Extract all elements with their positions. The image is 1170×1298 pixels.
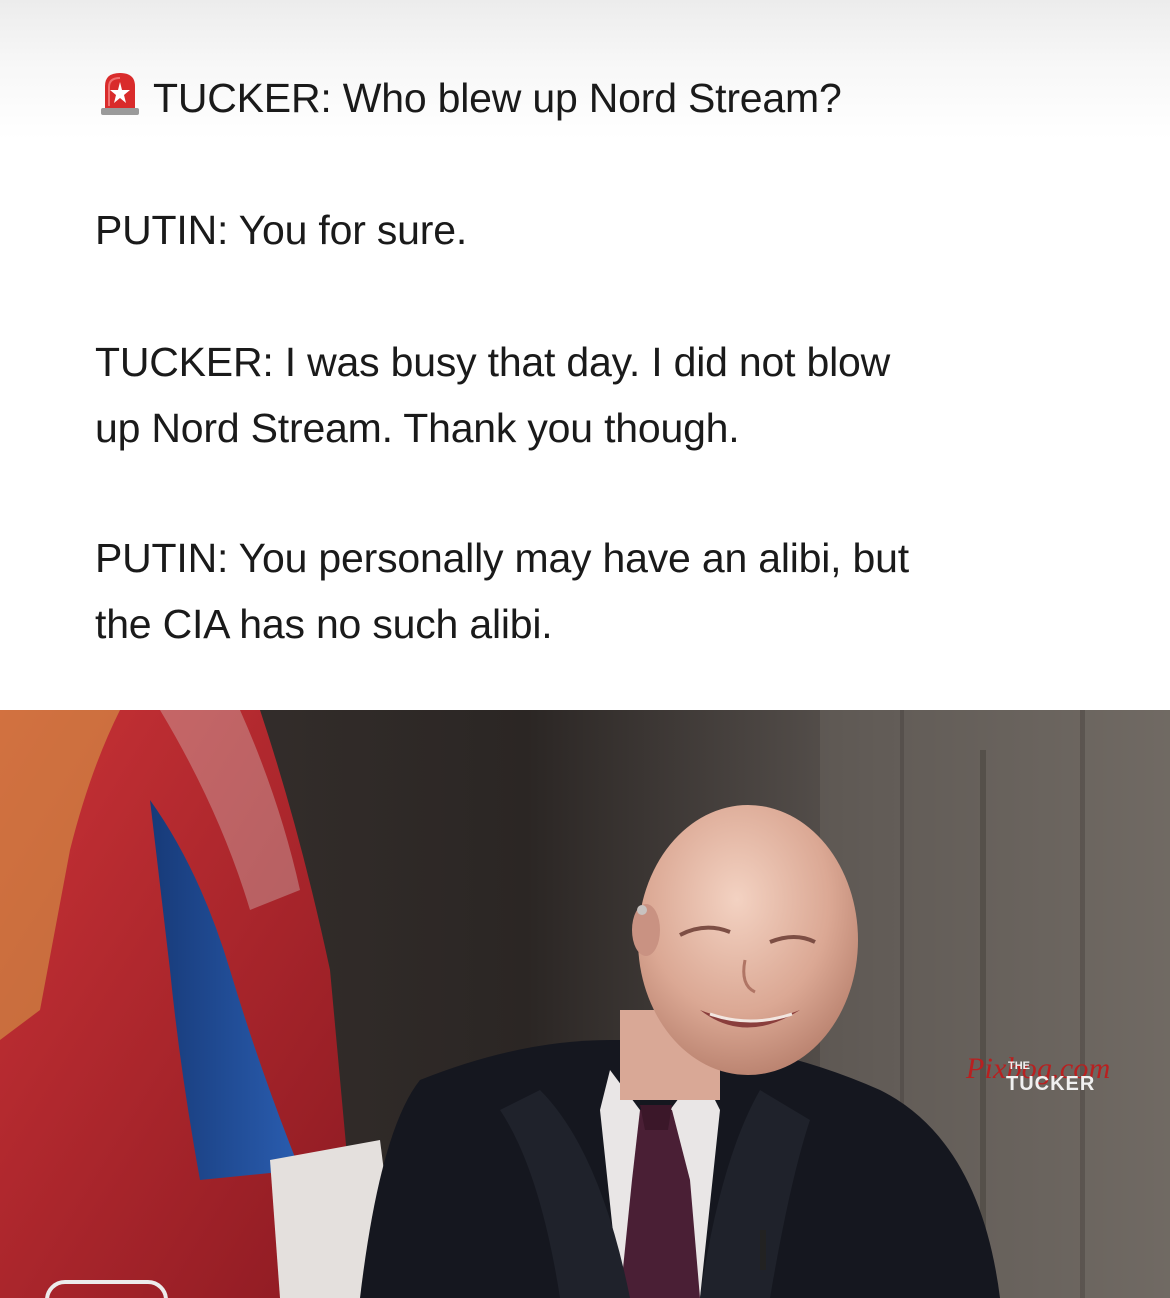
rotating-light-icon xyxy=(99,70,141,116)
post-line-1: TUCKER: Who blew up Nord Stream? xyxy=(95,66,842,130)
show-logo: THE TUCKER xyxy=(1006,1060,1116,1095)
post-line-5: PUTIN: You personally may have an alibi,… xyxy=(95,535,909,581)
post-line-6: the CIA has no such alibi. xyxy=(95,601,553,647)
post-line-text: TUCKER: Who blew up Nord Stream? xyxy=(153,75,842,121)
post-line-4: up Nord Stream. Thank you though. xyxy=(95,405,740,451)
photo-illustration xyxy=(0,710,1170,1298)
post-line-2: PUTIN: You for sure. xyxy=(95,207,468,253)
network-logo-icon xyxy=(45,1280,168,1298)
show-logo-the: THE xyxy=(1008,1060,1030,1072)
show-logo-name: TUCKER xyxy=(1006,1073,1096,1095)
post-line-3: TUCKER: I was busy that day. I did not b… xyxy=(95,339,891,385)
interview-photo xyxy=(0,710,1170,1298)
